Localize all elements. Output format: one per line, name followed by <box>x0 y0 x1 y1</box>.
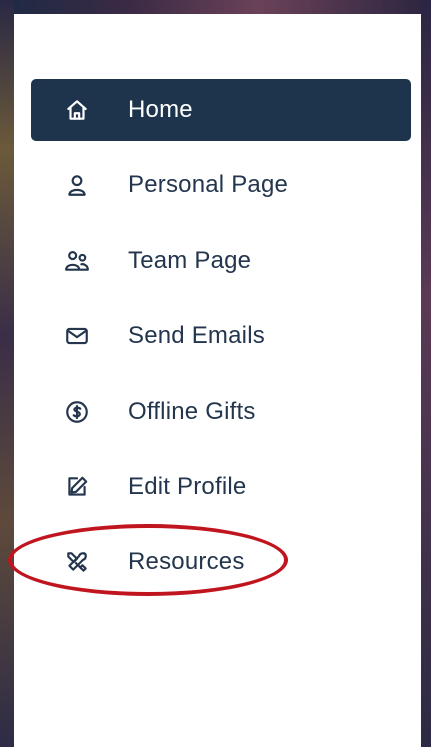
users-icon <box>64 248 90 274</box>
sidebar-item-label: Resources <box>128 548 245 576</box>
background-strip-right <box>421 0 431 747</box>
sidebar-item-label: Offline Gifts <box>128 397 256 425</box>
sidebar-item-label: Home <box>128 96 193 123</box>
sidebar-item-label: Send Emails <box>128 322 265 350</box>
sidebar-item-team-page[interactable]: Team Page <box>31 230 411 292</box>
user-icon <box>64 172 90 198</box>
sidebar-panel: Home Personal Page Team Page Send Emails <box>14 14 421 747</box>
sidebar-nav: Home Personal Page Team Page Send Emails <box>31 79 411 607</box>
edit-icon <box>64 474 90 500</box>
home-icon <box>64 97 90 123</box>
sidebar-item-resources[interactable]: Resources <box>31 531 411 593</box>
sidebar-item-send-emails[interactable]: Send Emails <box>31 305 411 367</box>
dollar-circle-icon <box>64 399 90 425</box>
sidebar-item-edit-profile[interactable]: Edit Profile <box>31 456 411 518</box>
sidebar-item-label: Team Page <box>128 246 252 274</box>
background-strip-left <box>0 0 14 747</box>
sidebar-item-label: Edit Profile <box>128 472 247 500</box>
sidebar-item-home[interactable]: Home <box>31 79 411 141</box>
mail-icon <box>64 323 90 349</box>
sidebar-item-label: Personal Page <box>128 171 289 199</box>
tools-icon <box>64 549 90 575</box>
background-strip-top <box>0 0 431 14</box>
sidebar-item-offline-gifts[interactable]: Offline Gifts <box>31 381 411 443</box>
sidebar-item-personal-page[interactable]: Personal Page <box>31 154 411 216</box>
